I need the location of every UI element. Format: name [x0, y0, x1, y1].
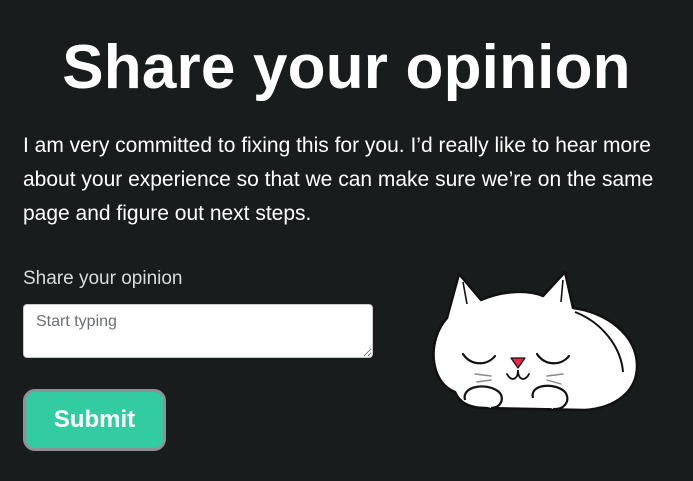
sleeping-cat-icon	[432, 270, 639, 412]
feedback-page: Share your opinion I am very committed t…	[0, 0, 693, 481]
page-title: Share your opinion	[62, 33, 631, 102]
intro-text: I am very committed to fixing this for y…	[23, 134, 654, 225]
opinion-label: Share your opinion	[23, 268, 183, 289]
opinion-textarea[interactable]	[23, 304, 373, 358]
submit-button[interactable]: Submit	[23, 389, 166, 451]
